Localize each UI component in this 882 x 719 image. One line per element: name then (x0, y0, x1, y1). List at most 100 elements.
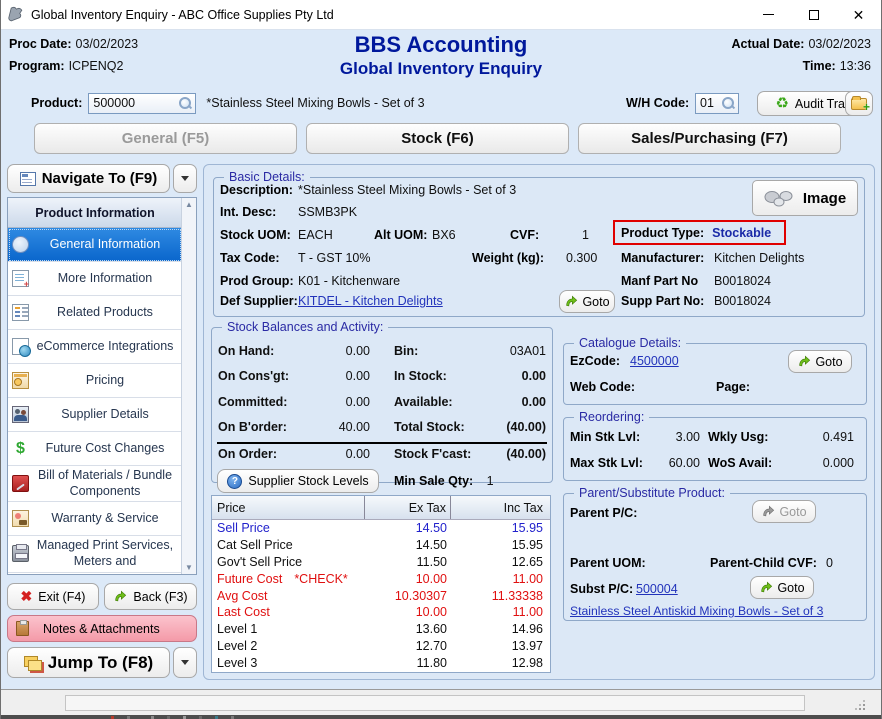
subst-goto-button[interactable]: Goto (750, 576, 814, 599)
sidebar-item[interactable]: Managed Print Services, Meters and (8, 536, 182, 572)
subst-pc-link[interactable]: 500004 (636, 582, 678, 596)
price-row-ex-tax: 12.70 (365, 639, 451, 653)
recycle-icon: ♻ (775, 96, 788, 111)
stock-row: On Hand: 0.00 Bin: 03A01 (218, 338, 546, 364)
exit-button[interactable]: ✖ Exit (F4) (7, 583, 99, 610)
sidebar-item[interactable]: Bill of Materials / Bundle Components (8, 466, 182, 502)
price-row[interactable]: Future Cost*CHECK* 10.00 11.00 (212, 570, 550, 587)
stock-row-value: 40.00 (304, 420, 370, 434)
scroll-down-icon[interactable]: ▼ (185, 563, 193, 572)
tab-bar: General (F5) Stock (F6) Sales/Purchasing… (1, 118, 881, 160)
chevron-down-icon (181, 660, 189, 665)
close-button[interactable]: ✕ (836, 0, 881, 29)
tab-general[interactable]: General (F5) (34, 123, 297, 154)
navigate-dropdown-button[interactable] (173, 164, 197, 193)
price-table-icon (12, 372, 29, 389)
actual-date-label: Actual Date: (732, 37, 805, 51)
stock-row: On Cons'gt: 0.00 In Stock: 0.00 (218, 364, 546, 390)
sidebar-item[interactable]: General Information (8, 228, 182, 262)
price-row-inc-tax: 12.65 (451, 555, 548, 569)
inc-tax-column-header: Inc Tax (451, 496, 548, 519)
max-stk-value: 60.00 (644, 456, 700, 470)
stock-row-label: On B'order: (218, 420, 304, 434)
price-row[interactable]: Cat Sell Price 14.50 15.95 (212, 537, 550, 554)
def-supplier-link[interactable]: KITDEL - Kitchen Delights (298, 294, 443, 308)
search-icon[interactable] (721, 96, 735, 110)
image-button[interactable]: Image (752, 180, 858, 216)
sidebar-item[interactable]: Related Products (8, 296, 182, 330)
price-row[interactable]: Gov't Sell Price 11.50 12.65 (212, 554, 550, 571)
notes-attachments-button[interactable]: Notes & Attachments (7, 615, 197, 642)
supplier-stock-levels-button[interactable]: ? Supplier Stock Levels (217, 469, 379, 493)
product-label: Product: (31, 96, 82, 110)
on-order-value: 0.00 (304, 447, 370, 461)
jump-dropdown-button[interactable] (173, 647, 197, 678)
resize-grip[interactable] (855, 700, 865, 710)
search-icon[interactable] (178, 96, 192, 110)
substitute-product-link[interactable]: Stainless Steel Antiskid Mixing Bowls - … (570, 604, 823, 618)
price-row-inc-tax: 11.00 (451, 605, 548, 619)
sidebar-item[interactable]: Pricing (8, 364, 182, 398)
goto-arrow-icon (564, 295, 578, 309)
parent-substitute-legend: Parent/Substitute Product: (574, 486, 730, 500)
jump-to-label: Jump To (F8) (48, 653, 153, 673)
maximize-icon (809, 10, 819, 20)
stock-divider (217, 442, 547, 444)
supp-part-value: B0018024 (714, 294, 771, 308)
stock-row-label: Committed: (218, 395, 304, 409)
sidebar-item[interactable]: More Information (8, 262, 182, 296)
scroll-up-icon[interactable]: ▲ (185, 200, 193, 209)
parent-goto-button[interactable]: Goto (752, 500, 816, 523)
wh-code-input[interactable]: 01 (695, 93, 739, 114)
app-icon (8, 6, 25, 23)
chevron-down-icon (181, 176, 189, 181)
folder-plus-icon (851, 98, 867, 110)
minimize-button[interactable] (746, 0, 791, 29)
new-folder-button[interactable] (845, 91, 873, 116)
def-supplier-goto-button[interactable]: Goto (559, 290, 615, 313)
max-stk-label: Max Stk Lvl: (570, 456, 643, 470)
catalogue-goto-button[interactable]: Goto (788, 350, 852, 373)
price-row[interactable]: Level 2 12.70 13.97 (212, 638, 550, 655)
price-row[interactable]: Last Cost 10.00 11.00 (212, 604, 550, 621)
ezcode-link[interactable]: 4500000 (630, 354, 679, 368)
wos-avail-value: 0.000 (782, 456, 854, 470)
price-row-ex-tax: 14.50 (365, 521, 451, 535)
sidebar-item[interactable]: Warranty & Service (8, 502, 182, 536)
goto-arrow-icon (797, 355, 811, 369)
wh-code-label: W/H Code: (626, 96, 689, 110)
parent-child-cvf-label: Parent-Child CVF: (710, 556, 817, 570)
tab-sales-purchasing[interactable]: Sales/Purchasing (F7) (578, 123, 841, 154)
price-row[interactable]: Level 1 13.60 14.96 (212, 621, 550, 638)
navigate-to-button[interactable]: Navigate To (F9) (7, 164, 170, 193)
price-row[interactable]: Avg Cost 10.30307 11.33338 (212, 587, 550, 604)
product-input[interactable]: 500000 (88, 93, 196, 114)
maximize-button[interactable] (791, 0, 836, 29)
weight-label: Weight (kg): (472, 251, 544, 265)
tab-stock[interactable]: Stock (F6) (306, 123, 569, 154)
jump-to-button[interactable]: Jump To (F8) (7, 647, 170, 678)
sidebar-item[interactable]: Supplier Details (8, 398, 182, 432)
dollar-icon: $ (12, 440, 29, 457)
stock-rows: On Hand: 0.00 Bin: 03A01 On Cons'gt: 0.0… (218, 338, 546, 440)
stock-row-value2: (40.00) (490, 420, 546, 434)
price-row-inc-tax: 11.33338 (451, 589, 548, 603)
sidebar-item[interactable]: $ Future Cost Changes (8, 432, 182, 466)
price-table-header: Price Ex Tax Inc Tax (212, 496, 550, 520)
prod-group-label: Prod Group: (220, 274, 294, 288)
price-row-label: Future Cost*CHECK* (212, 572, 365, 586)
goto-label: Goto (815, 355, 842, 369)
reordering-group: Reordering: Min Stk Lvl: 3.00 Wkly Usg: … (563, 417, 867, 481)
back-button[interactable]: Back (F3) (104, 583, 197, 610)
goto-label: Goto (779, 505, 806, 519)
description-label: Description: (220, 183, 293, 197)
price-row[interactable]: Level 3 11.80 12.98 (212, 654, 550, 671)
stock-uom-label: Stock UOM: (220, 228, 291, 242)
price-row-ex-tax: 11.80 (365, 656, 451, 670)
sidebar-item[interactable]: eCommerce Integrations (8, 330, 182, 364)
price-row[interactable]: Sell Price 14.50 15.95 (212, 520, 550, 537)
goto-arrow-icon (761, 505, 775, 519)
parent-child-cvf-value: 0 (826, 556, 833, 570)
manf-part-value: B0018024 (714, 274, 771, 288)
sidebar-scrollbar[interactable]: ▲ ▼ (181, 198, 196, 574)
